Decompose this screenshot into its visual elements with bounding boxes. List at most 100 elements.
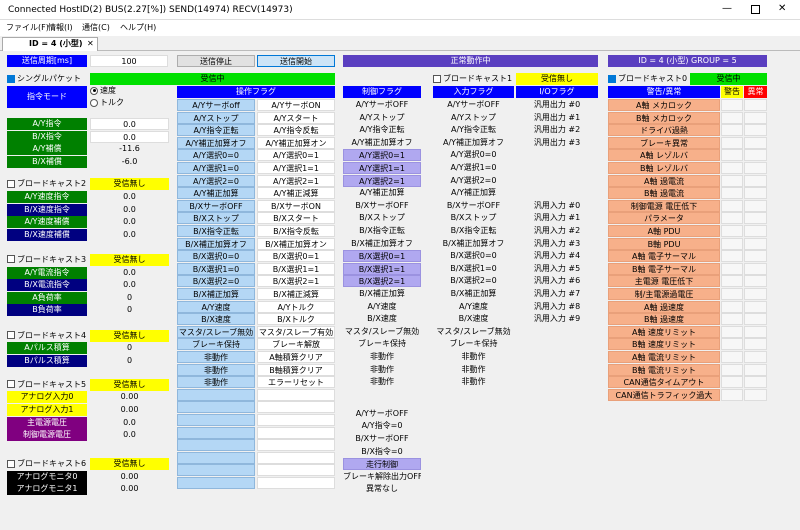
op-flag-button[interactable]: 非動作 xyxy=(177,363,255,376)
menu-info[interactable]: 情報(I) xyxy=(48,22,73,34)
op-flag-button[interactable]: B/X選択0=0 xyxy=(177,250,255,263)
io-flag: 汎用入力 #8 xyxy=(533,301,581,311)
param-value[interactable]: 0.0 xyxy=(90,130,169,143)
op-flag-button[interactable]: A/YサーボON xyxy=(257,99,335,111)
op-flag-button[interactable]: A/Y選択2=0 xyxy=(177,174,255,187)
op-flag-empty[interactable] xyxy=(177,426,255,439)
op-flag-button[interactable]: エラーリセット xyxy=(257,376,335,389)
op-flag-empty[interactable] xyxy=(257,388,335,401)
op-flag-button[interactable]: B/X選択0=1 xyxy=(257,250,335,263)
op-flag-button[interactable]: B/X選択2=0 xyxy=(177,275,255,288)
checkbox-empty-icon[interactable] xyxy=(7,331,15,340)
ctrl-flag: A/YサーボOFF xyxy=(355,100,409,109)
op-flag-button[interactable]: B/X速度 xyxy=(177,313,255,326)
checkbox-checked-icon[interactable] xyxy=(608,74,616,83)
op-flag-button[interactable]: A/Y選択0=0 xyxy=(177,149,255,162)
maximize-icon[interactable] xyxy=(751,5,760,14)
checkbox-checked-icon[interactable] xyxy=(7,74,15,83)
checkbox-empty-icon[interactable] xyxy=(7,255,15,264)
bc3-toggle[interactable]: ブロードキャスト3 xyxy=(7,254,86,266)
tab-id4[interactable]: ID = 4 (小型) ✕ xyxy=(2,37,98,51)
op-flag-button[interactable]: B/X補正減算 xyxy=(257,288,335,300)
op-flag-empty[interactable] xyxy=(257,477,335,489)
broadcast1-toggle[interactable]: ブロードキャスト1 xyxy=(433,73,512,85)
op-flag-button[interactable]: B/X選択1=1 xyxy=(257,262,335,275)
checkbox-empty-icon[interactable] xyxy=(7,459,15,468)
radio-speed[interactable]: 速度 xyxy=(90,85,116,97)
op-flag-button[interactable]: A/Yスタート xyxy=(257,111,335,124)
op-flag-empty[interactable] xyxy=(257,464,335,477)
op-flag-button[interactable]: A/Y指令正転 xyxy=(177,124,255,137)
param-label: A/Y補償 xyxy=(7,143,87,156)
op-flag-button[interactable]: B/XサーボOFF xyxy=(177,199,255,212)
op-flag-button[interactable]: 非動作 xyxy=(177,351,255,363)
close-icon[interactable]: ✕ xyxy=(778,3,786,15)
radio-torque[interactable]: トルク xyxy=(90,97,124,109)
bc4-toggle[interactable]: ブロードキャスト4 xyxy=(7,330,86,342)
op-flag-button[interactable]: A軸積算クリア xyxy=(257,351,335,363)
checkbox-empty-icon[interactable] xyxy=(433,74,441,83)
op-flag-button[interactable]: A/Y補正加算 xyxy=(177,187,255,200)
minimize-icon[interactable]: — xyxy=(722,3,732,15)
op-flag-button[interactable]: B/Xスタート xyxy=(257,212,335,225)
op-flag-empty[interactable] xyxy=(177,414,255,426)
op-flag-button[interactable]: A/Y補正加算オフ xyxy=(177,136,255,149)
op-flag-button[interactable]: A/Y選択0=1 xyxy=(257,149,335,162)
bc6-toggle[interactable]: ブロードキャスト6 xyxy=(7,458,86,470)
op-flag-button[interactable]: B/Xストップ xyxy=(177,212,255,225)
op-flag-empty[interactable] xyxy=(177,439,255,452)
param-label: アナログモニタ0 xyxy=(7,470,87,483)
op-flag-button[interactable]: B/X補正加算 xyxy=(177,288,255,300)
menu-help[interactable]: ヘルプ(H) xyxy=(120,22,156,34)
op-flag-button[interactable]: A/Y選択2=1 xyxy=(257,174,335,187)
op-flag-button[interactable]: A/Y補正加算オン xyxy=(257,136,335,149)
op-flag-empty[interactable] xyxy=(177,464,255,477)
op-flag-button[interactable]: B/X補正加算オフ xyxy=(177,237,255,250)
ctrl-flag: B/Xストップ xyxy=(359,213,405,223)
op-flag-empty[interactable] xyxy=(177,477,255,489)
op-flag-button[interactable]: A/Y指令反転 xyxy=(257,124,335,137)
op-flag-button[interactable]: B/X指令反転 xyxy=(257,225,335,237)
param-value[interactable]: 0.0 xyxy=(90,117,169,130)
bc5-toggle[interactable]: ブロードキャスト5 xyxy=(7,379,86,391)
op-flag-button[interactable]: 非動作 xyxy=(177,376,255,389)
op-flag-button[interactable]: B/X指令正転 xyxy=(177,225,255,237)
menu-comm[interactable]: 通信(C) xyxy=(82,22,110,34)
op-flag-button[interactable]: A/Yサーボoff xyxy=(177,99,255,111)
op-flag-button[interactable]: B/Xトルク xyxy=(257,313,335,326)
op-flag-empty[interactable] xyxy=(257,426,335,439)
op-flag-button[interactable]: ブレーキ解放 xyxy=(257,338,335,351)
op-flag-button[interactable]: B軸積算クリア xyxy=(257,363,335,376)
broadcast0-toggle[interactable]: ブロードキャスト0 xyxy=(608,73,687,85)
op-flag-button[interactable]: マスタ/スレーブ無効 xyxy=(177,325,255,338)
op-flag-button[interactable]: A/Y選択1=1 xyxy=(257,162,335,174)
op-flag-empty[interactable] xyxy=(177,388,255,401)
checkbox-empty-icon[interactable] xyxy=(7,380,15,389)
op-flag-button[interactable]: A/Y選択1=0 xyxy=(177,162,255,174)
start-button[interactable]: 送信開始 xyxy=(257,55,335,67)
op-flag-button[interactable]: A/Yストップ xyxy=(177,111,255,124)
tab-close-icon[interactable]: ✕ xyxy=(87,38,94,50)
period-input[interactable]: 100 xyxy=(90,55,168,67)
op-flag-button[interactable]: A/Y速度 xyxy=(177,300,255,313)
checkbox-empty-icon[interactable] xyxy=(7,179,15,188)
op-flag-empty[interactable] xyxy=(257,401,335,414)
bc2-toggle[interactable]: ブロードキャスト2 xyxy=(7,178,86,190)
op-flag-button[interactable]: B/X選択2=1 xyxy=(257,275,335,288)
op-flag-button[interactable]: マスタ/スレーブ有効 xyxy=(257,325,335,338)
input-flag: A/Y選択1=0 xyxy=(450,163,497,172)
op-flag-empty[interactable] xyxy=(177,401,255,414)
stop-button[interactable]: 送信停止 xyxy=(177,55,255,67)
op-flag-button[interactable]: A/Yトルク xyxy=(257,300,335,313)
op-flag-empty[interactable] xyxy=(257,414,335,426)
single-packet-toggle[interactable]: シングルパケット xyxy=(7,73,81,85)
op-flag-empty[interactable] xyxy=(177,451,255,464)
op-flag-button[interactable]: B/X補正加算オン xyxy=(257,237,335,250)
op-flag-empty[interactable] xyxy=(257,439,335,452)
menu-file[interactable]: ファイル(F) xyxy=(6,22,49,34)
op-flag-button[interactable]: B/X選択1=0 xyxy=(177,262,255,275)
op-flag-button[interactable]: B/XサーボON xyxy=(257,199,335,212)
op-flag-empty[interactable] xyxy=(257,451,335,464)
op-flag-button[interactable]: ブレーキ保持 xyxy=(177,338,255,351)
op-flag-button[interactable]: A/Y補正減算 xyxy=(257,187,335,200)
